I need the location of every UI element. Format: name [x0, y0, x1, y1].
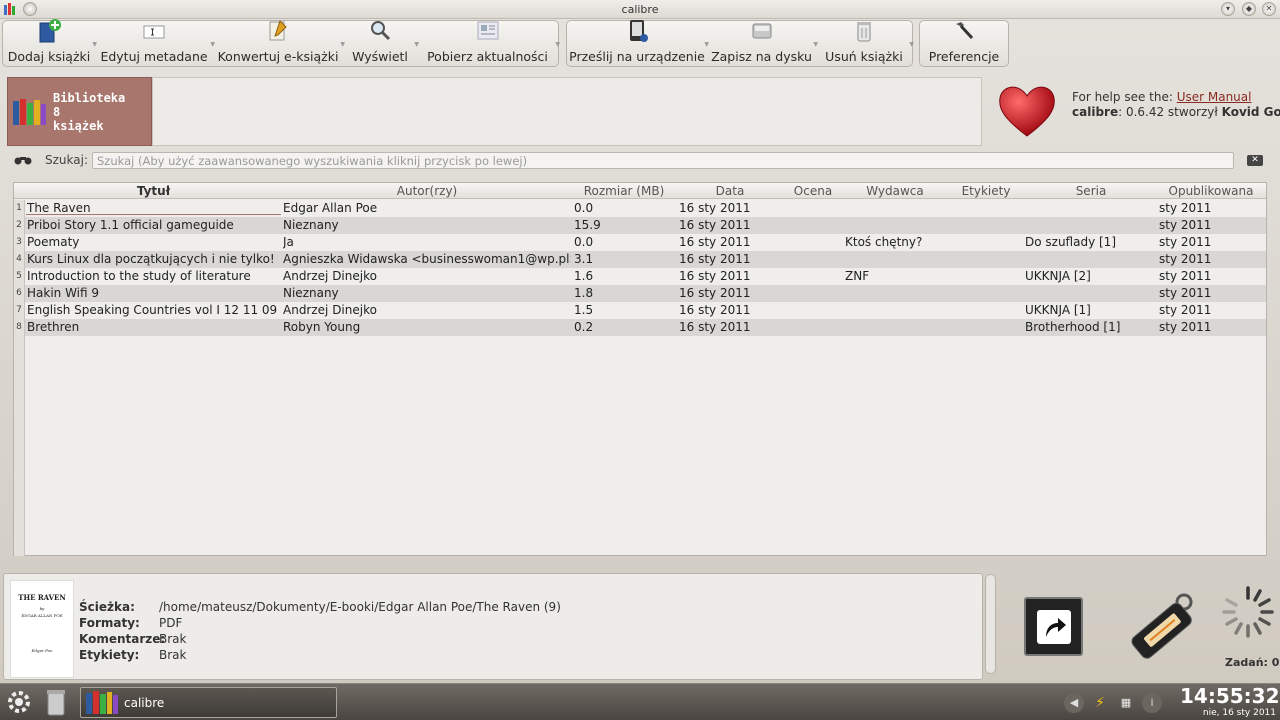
clear-search-icon[interactable]: ✕ — [1247, 155, 1263, 166]
table-row[interactable]: 8 Brethren Robyn Young 0.2 16 sty 2011 B… — [14, 319, 1266, 336]
trash-icon — [852, 19, 876, 43]
detail-path: Ścieżka:/home/mateusz/Dokumenty/E-booki/… — [79, 600, 561, 614]
column-header-author[interactable]: Autor(rzy) — [282, 183, 572, 199]
table-row[interactable]: 5 Introduction to the study of literatur… — [14, 268, 1266, 285]
add-books-button[interactable]: Dodaj książki ▼ — [3, 19, 97, 66]
dropdown-arrow-icon[interactable]: ▼ — [909, 41, 914, 48]
toolbar-group-device: Prześlij na urządzenie ▼ Zapisz na dysku… — [566, 19, 914, 67]
book-details-panel: THE RAVEN by EDGAR ALLAN POE Edgar Poe Ś… — [3, 573, 983, 680]
tag-browser-area — [152, 77, 982, 146]
current-cell-indicator — [26, 214, 281, 215]
search-label: Szukaj: — [45, 153, 88, 167]
books-icon — [13, 99, 46, 125]
table-row[interactable]: 3 Poematy Ja 0.0 16 sty 2011 Ktoś chętny… — [14, 234, 1266, 251]
column-header-title[interactable]: Tytuł — [26, 183, 281, 199]
dropdown-arrow-icon[interactable]: ▼ — [555, 41, 560, 48]
column-header-date[interactable]: Data — [676, 183, 784, 199]
search-bar: Szukaj: ✕ — [0, 151, 1280, 171]
window-title: calibre — [621, 2, 659, 16]
detail-formats: Formaty: PDF — [79, 616, 183, 630]
kde-menu-icon[interactable] — [4, 687, 34, 717]
save-to-disk-button[interactable]: Zapisz na dysku ▼ — [707, 19, 818, 66]
column-header-published[interactable]: Opublikowana — [1156, 183, 1266, 199]
remove-books-button[interactable]: Usuń książki ▼ — [816, 19, 914, 66]
toolbar-group-library: Dodaj książki ▼ Edytuj metadane ▼ Konwer… — [2, 19, 560, 67]
power-icon[interactable]: ⚡ — [1090, 693, 1110, 713]
edit-metadata-icon — [142, 21, 166, 43]
disk-icon — [750, 19, 774, 43]
hammer-icon — [952, 19, 976, 43]
advanced-search-icon[interactable] — [14, 154, 32, 166]
maximize-button[interactable]: ◆ — [1242, 2, 1256, 16]
table-row[interactable]: 7 English Speaking Countries vol I 12 11… — [14, 302, 1266, 319]
book-list-table[interactable]: Tytuł Autor(rzy) Rozmiar (MB) Data Ocena… — [13, 182, 1267, 556]
tag-browser-icon[interactable] — [1120, 588, 1202, 664]
convert-books-button[interactable]: Konwertuj e-książki ▼ — [213, 19, 345, 66]
table-row[interactable]: 2 Priboi Story 1.1 official gameguide Ni… — [14, 217, 1266, 234]
table-header: Tytuł Autor(rzy) Rozmiar (MB) Data Ocena… — [14, 183, 1266, 199]
preferences-button[interactable]: Preferencje — [920, 21, 1008, 66]
jobs-spinner-icon[interactable] — [1218, 582, 1278, 642]
table-row[interactable]: 6 Hakin Wifi 9 Nieznany 1.8 16 sty 2011 … — [14, 285, 1266, 302]
column-header-tags[interactable]: Etykiety — [946, 183, 1026, 199]
system-tray: ◀ ⚡ ▦ i — [1064, 692, 1162, 714]
book-cover[interactable]: THE RAVEN by EDGAR ALLAN POE Edgar Poe — [10, 580, 74, 678]
search-input[interactable] — [92, 152, 1234, 169]
column-header-publisher[interactable]: Wydawca — [844, 183, 946, 199]
network-icon[interactable]: ▦ — [1116, 693, 1136, 713]
help-text: For help see the: User Manual calibre: 0… — [1072, 90, 1280, 119]
donate-heart-icon[interactable] — [996, 80, 1058, 140]
calibre-books-icon — [86, 691, 118, 714]
minimize-button[interactable]: ▾ — [1221, 2, 1235, 16]
detail-comments: Komentarze:Brak — [79, 632, 187, 646]
cover-flow-button[interactable] — [1024, 597, 1083, 656]
arrow-up-right-icon — [1036, 609, 1071, 644]
detail-tags: Etykiety: Brak — [79, 648, 187, 662]
tray-expand-icon[interactable]: ◀ — [1064, 693, 1084, 713]
column-header-rating[interactable]: Ocena — [784, 183, 842, 199]
view-button[interactable]: Wyświetl ▼ — [343, 19, 419, 66]
user-manual-link[interactable]: User Manual — [1177, 90, 1252, 104]
edit-metadata-button[interactable]: Edytuj metadane ▼ — [95, 21, 215, 66]
window-menu-button[interactable] — [23, 2, 37, 16]
info-icon[interactable]: i — [1142, 693, 1162, 713]
title-bar: calibre ▾ ◆ ✕ — [0, 0, 1280, 19]
add-book-icon — [37, 19, 61, 43]
column-header-size[interactable]: Rozmiar (MB) — [574, 183, 674, 199]
library-button[interactable]: Biblioteka 8 książek — [7, 77, 152, 146]
toolbar-group-prefs: Preferencje — [919, 20, 1009, 67]
device-icon — [625, 19, 649, 43]
magnifier-icon — [368, 19, 392, 43]
send-to-device-button[interactable]: Prześlij na urządzenie ▼ — [567, 19, 709, 66]
close-button[interactable]: ✕ — [1262, 2, 1276, 16]
splitter-handle[interactable] — [985, 574, 996, 674]
calibre-app-icon[interactable] — [3, 2, 17, 16]
trash-icon[interactable] — [44, 687, 68, 717]
jobs-counter[interactable]: Zadań: 0 — [1225, 656, 1279, 669]
fetch-news-button[interactable]: Pobierz aktualności ▼ — [417, 19, 560, 66]
column-header-series[interactable]: Seria — [1026, 183, 1156, 199]
convert-icon — [266, 19, 290, 43]
taskbar-item-calibre[interactable]: calibre — [80, 687, 337, 718]
clock[interactable]: 14:55:32 nie, 16 sty 2011 — [1180, 685, 1280, 719]
taskbar: calibre ◀ ⚡ ▦ i 14:55:32 nie, 16 sty 201… — [0, 683, 1280, 720]
news-icon — [476, 19, 500, 43]
table-row[interactable]: 4 Kurs Linux dla początkujących i nie ty… — [14, 251, 1266, 268]
